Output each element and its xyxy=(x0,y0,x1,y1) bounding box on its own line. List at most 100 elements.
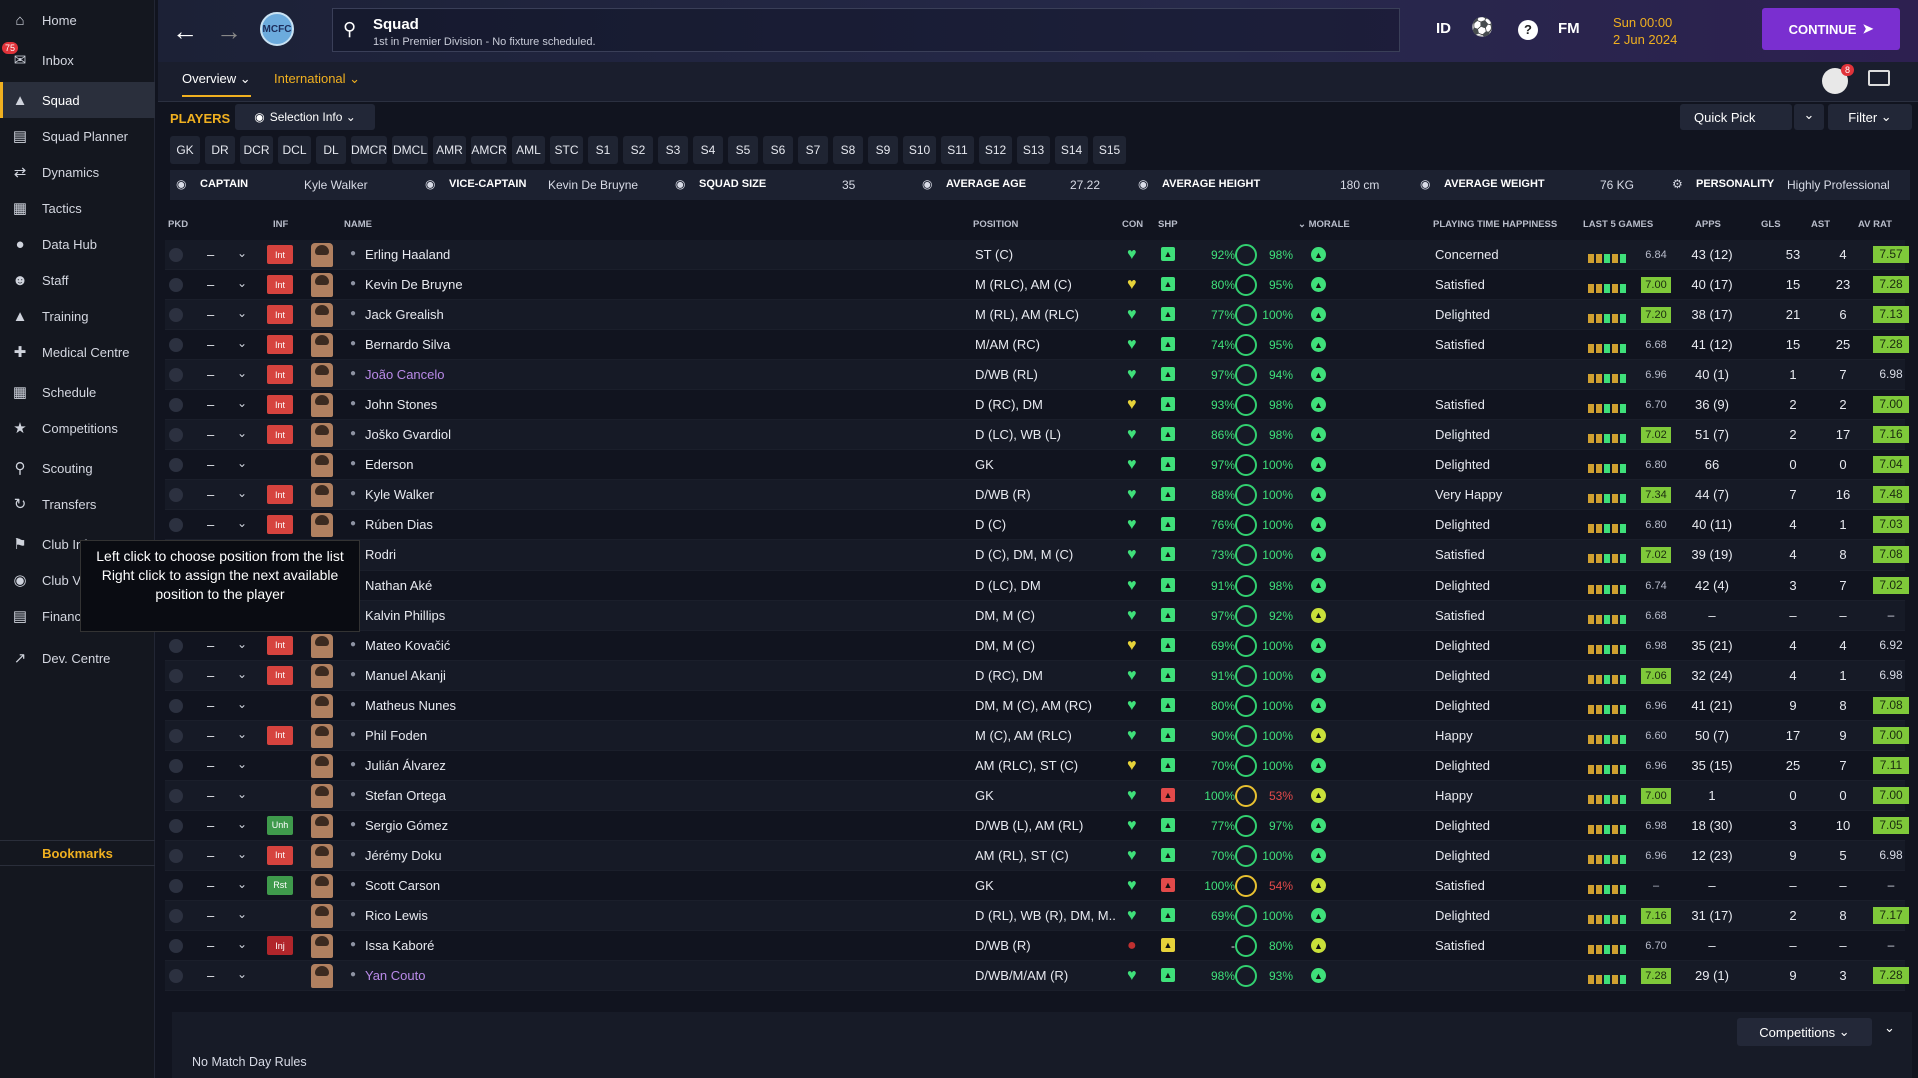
table-row[interactable]: – ⌄ Inj ● Issa Kaboré D/WB (R) ● ▲ - 80% ▲ Satisfie… xyxy=(165,931,1905,962)
sidebar-item-scouting[interactable]: ⚲ Scouting xyxy=(0,450,155,486)
col-gls[interactable]: GLS xyxy=(1761,219,1781,230)
position-filter-dl[interactable]: DL xyxy=(316,136,346,164)
table-row[interactable]: – ⌄ Int ● Joško Gvardiol D (LC), WB (L) ♥ ▲ 86% 9… xyxy=(165,420,1909,451)
social-icon[interactable]: 8 xyxy=(1822,64,1854,94)
player-name[interactable]: Nathan Aké xyxy=(365,578,432,593)
position-filter-s1[interactable]: S1 xyxy=(588,136,618,164)
position-filter-s11[interactable]: S11 xyxy=(941,136,974,164)
position-select-chevron-icon[interactable]: ⌄ xyxy=(237,697,247,711)
position-select-chevron-icon[interactable]: ⌄ xyxy=(237,396,247,410)
picked-toggle[interactable] xyxy=(169,728,183,743)
sidebar-item-inbox[interactable]: ✉ Inbox 75 xyxy=(0,42,155,78)
table-row[interactable]: – ⌄ Int ● Kevin De Bruyne M (RLC), AM (C) ♥ ▲ 80… xyxy=(165,270,1909,301)
position-filter-dr[interactable]: DR xyxy=(205,136,235,164)
table-row[interactable]: – ⌄ Rst ● Scott Carson GK ♥ ▲ 100% 54% ▲ Satisfied –… xyxy=(165,871,1905,902)
picked-toggle[interactable] xyxy=(169,488,183,503)
picked-toggle[interactable] xyxy=(169,818,183,833)
position-filter-s9[interactable]: S9 xyxy=(868,136,898,164)
position-filter-stc[interactable]: STC xyxy=(550,136,583,164)
col-playing-time[interactable]: PLAYING TIME HAPPINESS xyxy=(1433,219,1557,230)
tab-international[interactable]: International ⌄ xyxy=(274,71,360,87)
selection-info-dropdown[interactable]: ◉ Selection Info ⌄ xyxy=(235,104,375,130)
competitions-dropdown[interactable]: Competitions ⌄ xyxy=(1737,1018,1872,1046)
position-filter-s10[interactable]: S10 xyxy=(903,136,936,164)
player-name[interactable]: João Cancelo xyxy=(365,367,445,382)
position-select-chevron-icon[interactable]: ⌄ xyxy=(237,847,247,861)
player-name[interactable]: Jack Grealish xyxy=(365,307,444,322)
position-select-chevron-icon[interactable]: ⌄ xyxy=(237,276,247,290)
filter-button[interactable]: Filter ⌄ xyxy=(1828,104,1912,130)
col-position[interactable]: POSITION xyxy=(973,219,1018,230)
table-row[interactable]: – ⌄ Int ● Rúben Dias D (C) ♥ ▲ 76% 100% ▲ Delighted… xyxy=(165,510,1909,541)
table-row[interactable]: – ⌄ Int ● Mateo Kovačić DM, M (C) ♥ ▲ 69% 100% ▲ De… xyxy=(165,631,1905,661)
table-row[interactable]: – ⌄ Int ● Kyle Walker D/WB (R) ♥ ▲ 88% 100% ▲ Very … xyxy=(165,480,1909,511)
table-row[interactable]: – ⌄ ● Rico Lewis D (RL), WB (R), DM, M... ♥ ▲ 6… xyxy=(165,901,1909,932)
monitor-icon[interactable] xyxy=(1868,70,1890,86)
table-row[interactable]: – ⌄ Int ● Bernardo Silva M/AM (RC) ♥ ▲ 74% 95% ▲ Sa… xyxy=(165,330,1909,361)
position-select-chevron-icon[interactable]: ⌄ xyxy=(237,426,247,440)
picked-toggle[interactable] xyxy=(169,518,183,533)
player-name[interactable]: Ederson xyxy=(365,457,413,472)
player-name[interactable]: Rico Lewis xyxy=(365,908,428,923)
position-select-chevron-icon[interactable]: ⌄ xyxy=(237,637,247,651)
position-filter-amcr[interactable]: AMCR xyxy=(471,136,507,164)
sidebar-item-squad[interactable]: ▲ Squad xyxy=(0,82,155,118)
player-name[interactable]: Joško Gvardiol xyxy=(365,427,451,442)
picked-toggle[interactable] xyxy=(169,458,183,473)
position-filter-gk[interactable]: GK xyxy=(170,136,200,164)
picked-toggle[interactable] xyxy=(169,428,183,443)
sidebar-item-dynamics[interactable]: ⇄ Dynamics xyxy=(0,154,155,190)
sidebar-item-medical-centre[interactable]: ✚ Medical Centre xyxy=(0,334,155,370)
position-filter-s12[interactable]: S12 xyxy=(979,136,1012,164)
id-button[interactable]: ID xyxy=(1436,20,1451,37)
position-filter-s14[interactable]: S14 xyxy=(1055,136,1088,164)
position-filter-s4[interactable]: S4 xyxy=(693,136,723,164)
position-filter-s13[interactable]: S13 xyxy=(1017,136,1050,164)
table-row[interactable]: –⌄●RodriD (C), DM, M (C)♥▲73%100%▲Satisf… xyxy=(165,540,1909,571)
position-filter-dmcl[interactable]: DMCL xyxy=(392,136,428,164)
position-select-chevron-icon[interactable]: ⌄ xyxy=(237,877,247,891)
position-select-chevron-icon[interactable]: ⌄ xyxy=(237,486,247,500)
position-filter-dcr[interactable]: DCR xyxy=(240,136,273,164)
sidebar-item-data-hub[interactable]: ● Data Hub xyxy=(0,226,155,262)
position-filter-s2[interactable]: S2 xyxy=(623,136,653,164)
col-name[interactable]: NAME xyxy=(344,219,372,230)
position-select-chevron-icon[interactable]: ⌄ xyxy=(237,817,247,831)
back-arrow-icon[interactable]: ← xyxy=(172,16,198,47)
table-row[interactable]: – ⌄ Int ● Phil Foden M (C), AM (RLC) ♥ ▲ 90% 100%… xyxy=(165,720,1909,751)
forward-arrow-icon[interactable]: → xyxy=(216,16,242,47)
sidebar-item-transfers[interactable]: ↻ Transfers xyxy=(0,486,155,522)
quick-pick-dropdown[interactable]: ⌄ xyxy=(1794,104,1824,130)
position-select-chevron-icon[interactable]: ⌄ xyxy=(237,456,247,470)
position-select-chevron-icon[interactable]: ⌄ xyxy=(237,787,247,801)
table-row[interactable]: – ⌄ ● Matheus Nunes DM, M (C), AM (RC) ♥ ▲ 80% 1… xyxy=(165,691,1909,721)
position-select-chevron-icon[interactable]: ⌄ xyxy=(237,246,247,260)
table-row[interactable]: – ⌄ ● Yan Couto D/WB/M/AM (R) ♥ ▲ 98% 93% ▲ 7.28 29… xyxy=(165,961,1909,992)
player-name[interactable]: Kevin De Bruyne xyxy=(365,277,463,292)
position-filter-s3[interactable]: S3 xyxy=(658,136,688,164)
position-select-chevron-icon[interactable]: ⌄ xyxy=(237,907,247,921)
table-row[interactable]: – ⌄ Int ● Jérémy Doku AM (RL), ST (C) ♥ ▲ 70% 100… xyxy=(165,840,1905,871)
picked-toggle[interactable] xyxy=(169,638,183,653)
sidebar-item-squad-planner[interactable]: ▤ Squad Planner xyxy=(0,118,155,154)
col-con[interactable]: CON xyxy=(1122,219,1143,230)
picked-toggle[interactable] xyxy=(169,398,183,413)
position-filter-dcl[interactable]: DCL xyxy=(278,136,311,164)
tab-overview[interactable]: Overview ⌄ xyxy=(182,71,251,97)
fm-button[interactable]: FM xyxy=(1558,20,1580,37)
player-name[interactable]: Rodri xyxy=(365,547,396,562)
position-filter-s15[interactable]: S15 xyxy=(1093,136,1126,164)
player-name[interactable]: Stefan Ortega xyxy=(365,788,446,803)
sidebar-item-tactics[interactable]: ▦ Tactics xyxy=(0,190,155,226)
position-select-chevron-icon[interactable]: ⌄ xyxy=(237,366,247,380)
sidebar-item-competitions[interactable]: ★ Competitions xyxy=(0,410,155,446)
position-select-chevron-icon[interactable]: ⌄ xyxy=(237,516,247,530)
picked-toggle[interactable] xyxy=(169,668,183,683)
table-row[interactable]: – ⌄ ● Stefan Ortega GK ♥ ▲ 100% 53% ▲ Happy 7.00 1 0 0… xyxy=(165,780,1909,811)
player-name[interactable]: Yan Couto xyxy=(365,968,425,983)
player-name[interactable]: Matheus Nunes xyxy=(365,698,456,713)
picked-toggle[interactable] xyxy=(169,939,183,954)
col-shp[interactable]: SHP xyxy=(1158,219,1178,230)
player-name[interactable]: Kyle Walker xyxy=(365,487,434,502)
picked-toggle[interactable] xyxy=(169,909,183,924)
